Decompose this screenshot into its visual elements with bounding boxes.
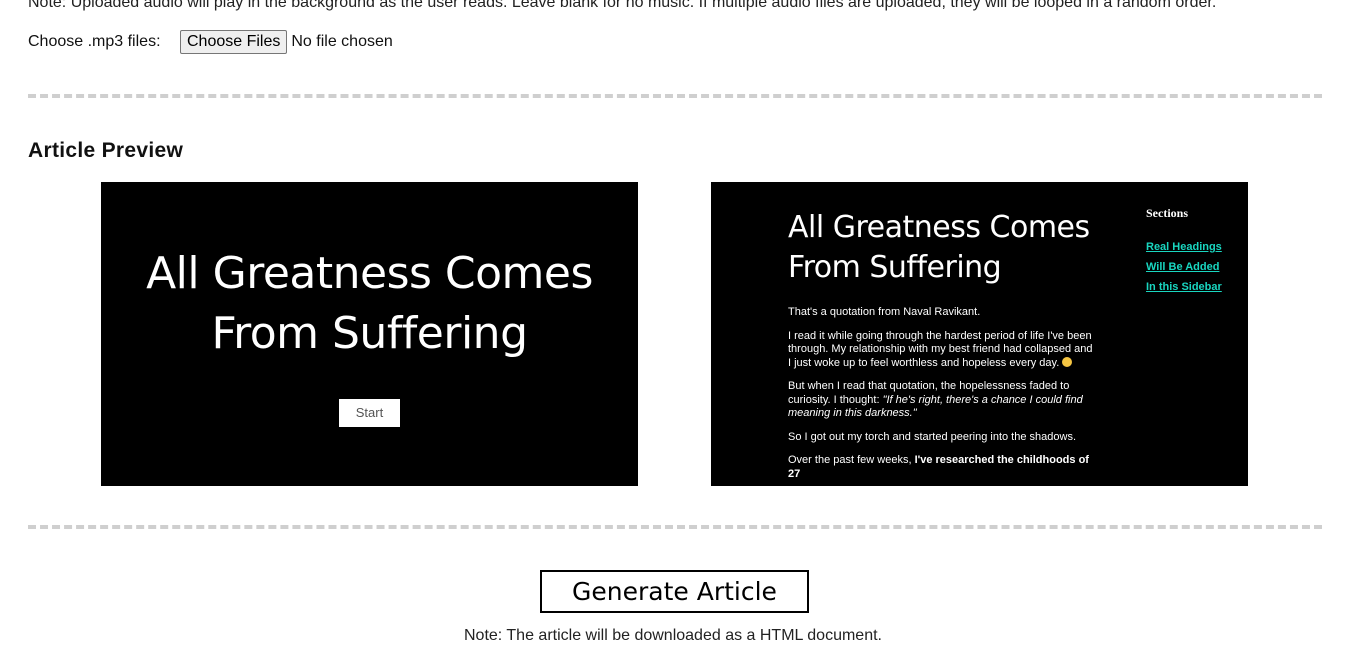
article-paragraph: Over the past few weeks, I've researched… bbox=[788, 454, 1093, 481]
choose-files-button[interactable]: Choose Files bbox=[180, 30, 288, 54]
sidebar-link-in-this-sidebar[interactable]: In this Sidebar bbox=[1146, 281, 1246, 293]
article-paragraph: That's a quotation from Naval Ravikant. bbox=[788, 306, 981, 318]
sidebar-title: Sections bbox=[1146, 206, 1188, 220]
article-title-line2: From Suffering bbox=[788, 250, 1002, 285]
article-title: All Greatness Comes From Suffering bbox=[788, 208, 1108, 288]
download-note: Note: The article will be downloaded as … bbox=[464, 627, 882, 644]
dashed-divider bbox=[28, 525, 1322, 529]
article-paragraph: But when I read that quotation, the hope… bbox=[788, 380, 1093, 421]
article-paragraph: I read it while going through the hardes… bbox=[788, 330, 1093, 371]
article-preview-heading: Article Preview bbox=[28, 139, 184, 162]
file-upload-row: Choose .mp3 files: Choose Files No file … bbox=[28, 30, 393, 54]
slightly-frowning-face-icon bbox=[1062, 356, 1073, 367]
article-paragraph: So I got out my torch and started peerin… bbox=[788, 430, 1077, 443]
paragraph-text: I read it while going through the hardes… bbox=[788, 329, 1093, 369]
generate-article-button[interactable]: Generate Article bbox=[540, 570, 809, 613]
article-body-preview: All Greatness Comes From Suffering That'… bbox=[711, 182, 1248, 486]
paragraph-text: Over the past few weeks, bbox=[788, 454, 915, 466]
dashed-divider bbox=[28, 94, 1322, 98]
cover-title-line1: All Greatness Comes bbox=[146, 248, 593, 299]
article-title-line1: All Greatness Comes bbox=[788, 210, 1090, 245]
file-status-text: No file chosen bbox=[291, 33, 393, 50]
cover-title-line2: From Suffering bbox=[211, 308, 529, 359]
sidebar-link-will-be-added[interactable]: Will Be Added bbox=[1146, 261, 1246, 273]
audio-note: Note: Uploaded audio will play in the ba… bbox=[28, 0, 1217, 11]
cover-preview: All Greatness Comes From Suffering Start bbox=[101, 182, 638, 486]
article-text: That's a quotation from Naval Ravikant. … bbox=[788, 306, 1093, 486]
sections-sidebar: Sections Real Headings Will Be Added In … bbox=[1146, 206, 1246, 301]
cover-title: All Greatness Comes From Suffering bbox=[101, 244, 638, 364]
sidebar-link-real-headings[interactable]: Real Headings bbox=[1146, 241, 1246, 253]
file-input-label: Choose .mp3 files: bbox=[28, 33, 161, 50]
start-button[interactable]: Start bbox=[339, 399, 400, 427]
